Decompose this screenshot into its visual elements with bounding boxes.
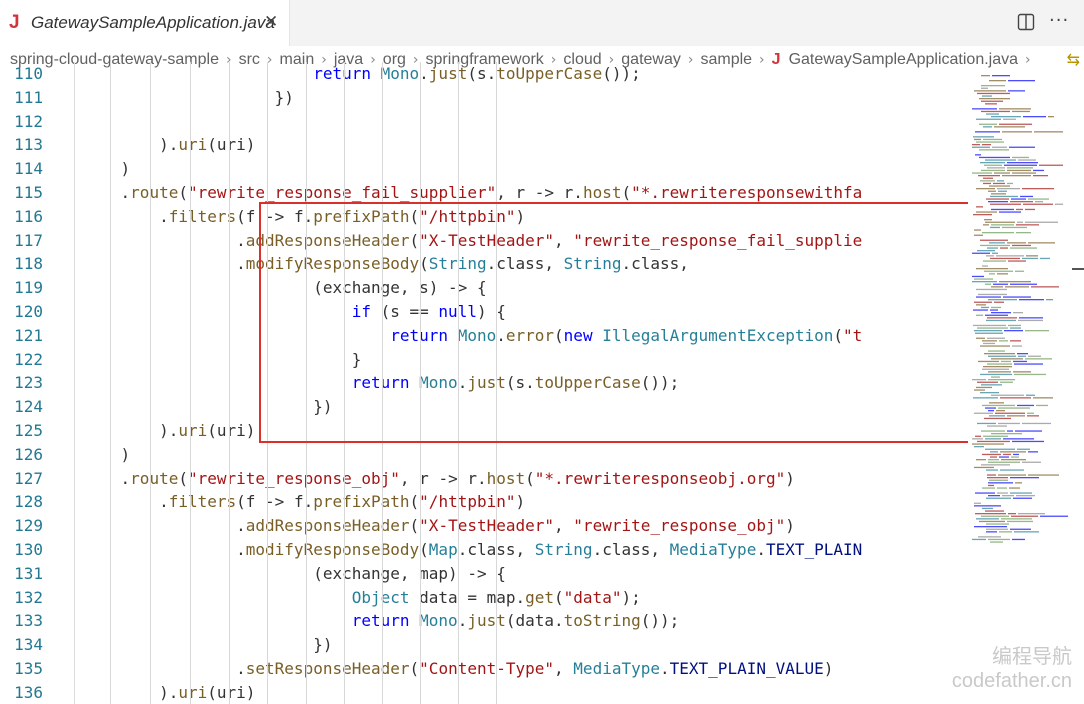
code-line[interactable]: 111 })	[0, 86, 968, 110]
line-number: 121	[14, 325, 43, 345]
java-file-icon: J	[9, 12, 20, 33]
line-number: 127	[14, 468, 43, 488]
line-number: 115	[14, 183, 43, 202]
code-text: Object data = map.get("data");	[351, 587, 641, 607]
code-line[interactable]: 126 )	[0, 443, 968, 467]
line-number: 129	[14, 516, 43, 536]
line-number: 117	[14, 230, 43, 250]
breadcrumb-separator-icon: ›	[1025, 51, 1031, 68]
line-number: 120	[14, 302, 43, 321]
code-line[interactable]: 130 .modifyResponseBody(Map.class, Strin…	[0, 538, 968, 562]
code-line[interactable]: 127 .route("rewrite_response_obj", r -> …	[0, 467, 968, 491]
code-text: (exchange, map) -> {	[82, 563, 506, 583]
line-number: 125	[14, 421, 43, 440]
line-number: 134	[14, 635, 43, 655]
line-number: 112	[14, 111, 43, 131]
line-number: 114	[14, 159, 43, 179]
code-text: })	[82, 635, 333, 655]
line-number: 135	[14, 659, 43, 678]
code-text: return Mono.just(data.toString());	[351, 611, 680, 631]
line-number: 133	[14, 611, 43, 631]
code-line[interactable]: 129 .addResponseHeader("X-TestHeader", "…	[0, 514, 968, 538]
indent-guide	[110, 62, 111, 704]
line-number: 123	[14, 373, 43, 393]
line-number: 111	[14, 87, 43, 107]
code-text: return Mono.just(s.toUpperCase());	[313, 64, 641, 83]
split-editor-icon[interactable]	[1017, 13, 1035, 31]
code-text: )	[82, 444, 131, 464]
line-number: 126	[14, 444, 43, 464]
close-icon[interactable]: ✕	[264, 12, 278, 32]
code-text: .addResponseHeader("X-TestHeader", "rewr…	[82, 516, 795, 536]
indent-guide	[229, 62, 230, 704]
code-line[interactable]: 136 ).uri(uri)	[0, 681, 968, 704]
minimap-preview	[972, 75, 1068, 543]
watermark-title: 编程导航	[992, 644, 1072, 668]
code-line[interactable]: 113 ).uri(uri)	[0, 133, 968, 157]
code-line[interactable]: 134 })	[0, 633, 968, 657]
highlight-annotation-box	[259, 202, 972, 443]
code-line[interactable]: 132 Object data = map.get("data");	[0, 586, 968, 610]
line-number: 124	[14, 397, 43, 417]
indent-guide	[150, 62, 151, 704]
code-line[interactable]: 135 .setResponseHeader("Content-Type", M…	[0, 657, 968, 681]
line-number: 136	[14, 682, 43, 702]
indent-guide	[190, 62, 191, 704]
line-number: 116	[14, 206, 43, 226]
line-number: 132	[14, 587, 43, 607]
code-line[interactable]: 110 return Mono.just(s.toUpperCase());	[0, 62, 968, 86]
code-line[interactable]: 133 return Mono.just(data.toString());	[0, 609, 968, 633]
code-text: )	[82, 159, 131, 179]
line-number: 119	[14, 278, 43, 298]
line-number: 113	[14, 135, 43, 155]
editor-tab[interactable]: J GatewaySampleApplication.java ✕	[0, 0, 290, 46]
watermark-url: codefather.cn	[951, 670, 1072, 692]
code-line[interactable]: 128 .filters(f -> f.prefixPath("/httpbin…	[0, 490, 968, 514]
line-number: 130	[14, 540, 43, 559]
code-text: .modifyResponseBody(Map.class, String.cl…	[82, 540, 863, 559]
tab-title: GatewaySampleApplication.java	[31, 13, 275, 32]
line-number: 131	[14, 563, 43, 583]
scrollbar-marker[interactable]	[1072, 268, 1084, 270]
line-number: 118	[14, 254, 43, 274]
line-number: 110	[14, 64, 43, 83]
tab-bar: J GatewaySampleApplication.java ✕ ···	[0, 0, 1084, 47]
line-number: 128	[14, 492, 43, 512]
symbol-icon[interactable]: ⇆	[1067, 50, 1080, 70]
minimap[interactable]	[968, 73, 1072, 704]
code-line[interactable]: 131 (exchange, map) -> {	[0, 562, 968, 586]
more-actions-icon[interactable]: ···	[1049, 10, 1069, 31]
code-line[interactable]: 112	[0, 110, 968, 134]
code-text: })	[82, 87, 294, 107]
code-text: .route("rewrite_response_obj", r -> r.ho…	[82, 468, 795, 488]
code-line[interactable]: 114 )	[0, 157, 968, 181]
line-number: 122	[14, 349, 43, 369]
